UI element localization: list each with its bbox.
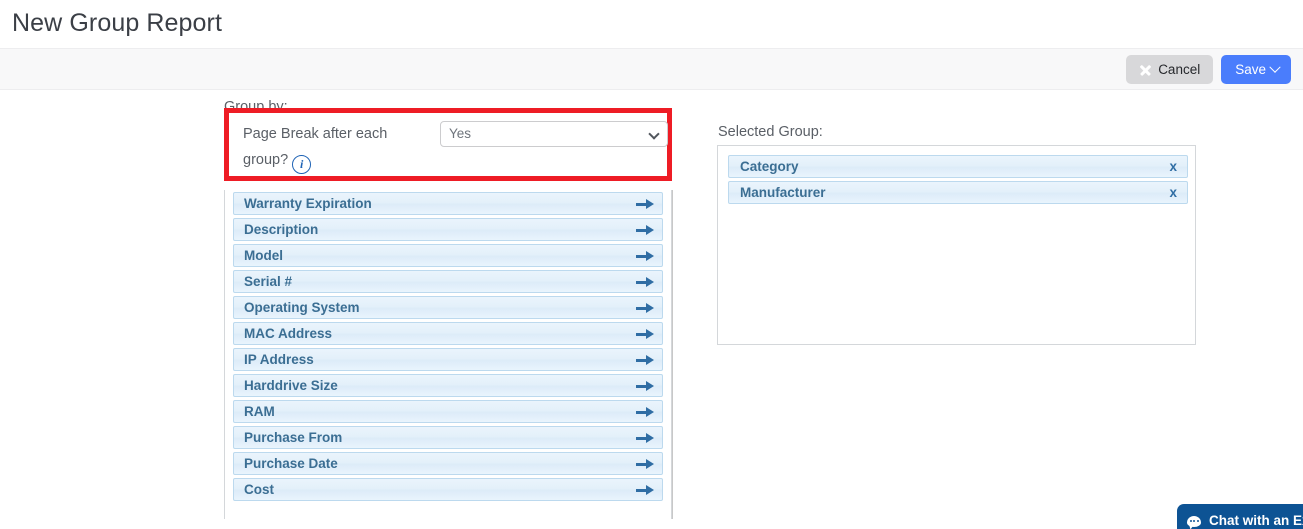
page-title: New Group Report: [12, 9, 223, 37]
arrow-right-icon[interactable]: [636, 381, 654, 391]
list-item[interactable]: Harddrive Size: [233, 374, 663, 397]
remove-icon[interactable]: x: [1169, 156, 1177, 177]
save-button-label: Save: [1235, 61, 1266, 77]
field-label: RAM: [244, 404, 275, 419]
field-label: Description: [244, 222, 319, 237]
action-toolbar: Cancel Save: [0, 48, 1303, 90]
field-label: Operating System: [244, 300, 360, 315]
arrow-right-icon[interactable]: [636, 225, 654, 235]
list-item[interactable]: Manufacturer x: [728, 181, 1188, 204]
field-label: MAC Address: [244, 326, 333, 341]
arrow-right-icon[interactable]: [636, 433, 654, 443]
selected-field-label: Category: [740, 159, 799, 174]
remove-icon[interactable]: x: [1169, 182, 1177, 203]
list-item[interactable]: RAM: [233, 400, 663, 423]
list-item[interactable]: Cost: [233, 478, 663, 501]
cancel-button[interactable]: Cancel: [1126, 55, 1214, 84]
page-break-label: Page Break after each group? i: [243, 121, 433, 174]
selected-group-box[interactable]: Category x Manufacturer x: [717, 145, 1196, 345]
field-label: Purchase Date: [244, 456, 338, 471]
cancel-button-label: Cancel: [1158, 61, 1201, 77]
field-label: Harddrive Size: [244, 378, 338, 393]
field-label: Cost: [244, 482, 274, 497]
arrow-right-icon[interactable]: [636, 355, 654, 365]
chat-bubble-icon: [1187, 515, 1201, 527]
arrow-right-icon[interactable]: [636, 459, 654, 469]
field-label: Warranty Expiration: [244, 196, 372, 211]
available-fields-list[interactable]: Warranty Expiration Description Model Se…: [224, 190, 672, 519]
chevron-down-icon: [648, 128, 660, 140]
field-label: Serial #: [244, 274, 293, 289]
page-root: New Group Report Cancel Save Group by: P…: [0, 0, 1303, 529]
list-item[interactable]: MAC Address: [233, 322, 663, 345]
list-item[interactable]: Purchase Date: [233, 452, 663, 475]
list-item[interactable]: Description: [233, 218, 663, 241]
list-item[interactable]: Model: [233, 244, 663, 267]
arrow-right-icon[interactable]: [636, 329, 654, 339]
content-area: Group by: Page Break after each group? i …: [0, 90, 1303, 529]
arrow-right-icon[interactable]: [636, 251, 654, 261]
page-break-highlight-box: Page Break after each group? i Yes: [224, 108, 672, 181]
list-item[interactable]: Category x: [728, 155, 1188, 178]
selected-field-label: Manufacturer: [740, 185, 826, 200]
column-divider: [672, 190, 673, 519]
arrow-right-icon[interactable]: [636, 199, 654, 209]
arrow-right-icon[interactable]: [636, 303, 654, 313]
list-item[interactable]: Operating System: [233, 296, 663, 319]
close-x-icon: [1139, 64, 1151, 76]
selected-group-label: Selected Group:: [718, 124, 823, 140]
info-circle-icon[interactable]: i: [292, 154, 312, 174]
field-label: IP Address: [244, 352, 314, 367]
arrow-right-icon[interactable]: [636, 407, 654, 417]
page-break-select[interactable]: Yes: [440, 121, 668, 147]
chevron-down-icon: [1269, 61, 1281, 73]
arrow-right-icon[interactable]: [636, 277, 654, 287]
page-break-label-line1: Page Break after each: [243, 126, 388, 142]
field-label: Purchase From: [244, 430, 343, 445]
list-item[interactable]: Serial #: [233, 270, 663, 293]
field-label: Model: [244, 248, 283, 263]
chat-with-expert-widget[interactable]: Chat with an Expert: [1177, 504, 1303, 529]
list-item[interactable]: Warranty Expiration: [233, 192, 663, 215]
page-break-select-value: Yes: [449, 126, 472, 141]
list-item[interactable]: IP Address: [233, 348, 663, 371]
list-item[interactable]: Purchase From: [233, 426, 663, 449]
page-break-label-line2: group?: [243, 152, 289, 168]
save-button[interactable]: Save: [1221, 55, 1291, 84]
arrow-right-icon[interactable]: [636, 485, 654, 495]
toolbar-actions: Cancel Save: [1126, 55, 1291, 84]
chat-widget-label: Chat with an Expert: [1209, 513, 1303, 528]
